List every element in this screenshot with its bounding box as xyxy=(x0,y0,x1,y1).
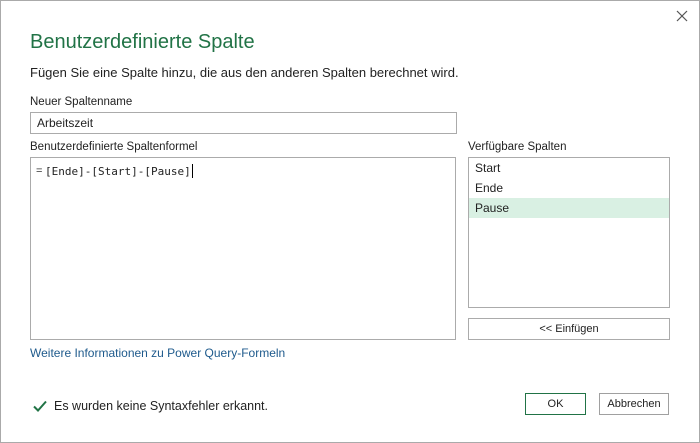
dialog-title: Benutzerdefinierte Spalte xyxy=(30,31,255,53)
close-button[interactable] xyxy=(673,7,691,25)
formula-text: [Ende]-[Start]-[Pause] xyxy=(45,164,193,178)
available-columns-list[interactable]: Start Ende Pause xyxy=(468,157,670,308)
column-item-pause[interactable]: Pause xyxy=(469,198,669,218)
insert-button[interactable]: << Einfügen xyxy=(468,318,670,340)
cancel-button[interactable]: Abbrechen xyxy=(599,393,669,415)
text-caret xyxy=(191,164,193,178)
syntax-status-text: Es wurden keine Syntaxfehler erkannt. xyxy=(54,399,269,413)
syntax-status: Es wurden keine Syntaxfehler erkannt. xyxy=(32,397,268,415)
formula-equals-sign: = xyxy=(36,165,43,177)
dialog-subtitle: Fügen Sie eine Spalte hinzu, die aus den… xyxy=(30,65,459,80)
column-name-label: Neuer Spaltenname xyxy=(30,96,133,108)
column-item-ende[interactable]: Ende xyxy=(469,178,669,198)
ok-button[interactable]: OK xyxy=(525,393,586,415)
available-columns-label: Verfügbare Spalten xyxy=(468,141,567,153)
custom-column-dialog: Benutzerdefinierte Spalte Fügen Sie eine… xyxy=(0,0,700,443)
formula-editor[interactable]: = [Ende]-[Start]-[Pause] xyxy=(30,157,456,340)
formula-value: [Ende]-[Start]-[Pause] xyxy=(45,165,191,178)
formula-label: Benutzerdefinierte Spaltenformel xyxy=(30,141,198,153)
column-name-input[interactable] xyxy=(30,112,457,134)
checkmark-icon xyxy=(33,400,47,412)
power-query-help-link[interactable]: Weitere Informationen zu Power Query-For… xyxy=(30,346,285,360)
column-item-start[interactable]: Start xyxy=(469,158,669,178)
close-icon xyxy=(676,10,688,22)
